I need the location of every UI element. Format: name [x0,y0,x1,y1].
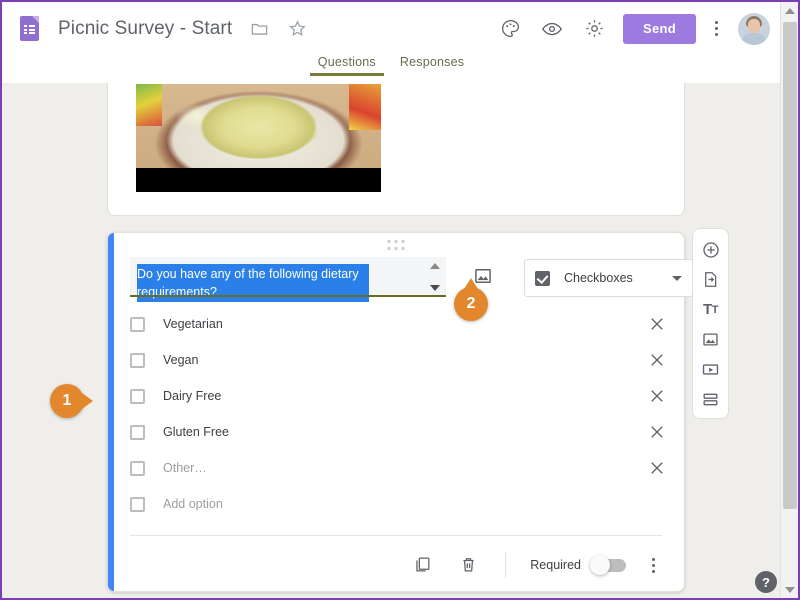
footer-divider [505,552,507,578]
avatar-body [741,32,767,45]
forms-document-icon [20,16,39,41]
remove-option-icon[interactable] [648,423,666,441]
add-item-toolbar: TT [692,228,729,419]
help-button[interactable]: ? [755,571,777,593]
add-section-icon[interactable] [700,389,721,410]
add-title-icon[interactable]: TT [700,299,721,320]
potato-salad-photo[interactable] [136,84,381,192]
option-row-other[interactable]: Other… [130,453,666,483]
remove-option-icon[interactable] [648,387,666,405]
option-label[interactable]: Vegan [163,353,648,367]
option-checkbox[interactable] [130,316,145,332]
photo-right-edge [349,84,381,130]
active-card-accent-bar [108,233,114,591]
remove-option-icon[interactable] [648,351,666,369]
photo-left-edge [136,84,162,126]
star-icon[interactable] [286,18,308,40]
option-checkbox[interactable] [130,424,145,440]
tab-questions[interactable]: Questions [306,55,388,76]
duplicate-icon[interactable] [413,555,433,575]
checkbox-icon [535,270,550,286]
tab-bar: Questions Responses [2,55,780,83]
option-row-vegetarian[interactable]: Vegetarian [130,309,666,339]
add-question-icon[interactable] [700,239,721,260]
question-scroll-spinner[interactable] [428,263,442,291]
option-row-gluten-free[interactable]: Gluten Free [130,417,666,447]
option-checkbox[interactable] [130,460,145,476]
avatar-face [748,18,760,33]
header-more-menu-icon[interactable] [706,16,726,42]
option-checkbox [130,496,145,512]
add-image-icon[interactable] [700,329,721,350]
page-title[interactable]: Picnic Survey - Start [58,18,232,40]
image-card[interactable] [107,83,685,216]
photo-letterbox [136,168,381,192]
app-header: Picnic Survey - Start Send [2,2,780,55]
question-more-menu-icon[interactable] [644,554,662,576]
question-footer-toolbar: Required [130,545,662,585]
add-video-icon[interactable] [700,359,721,380]
remove-option-icon[interactable] [648,315,666,333]
option-label[interactable]: Vegetarian [163,317,648,331]
scrollbar-thumb[interactable] [783,22,797,509]
option-label[interactable]: Dairy Free [163,389,648,403]
toggle-knob [590,554,610,575]
option-checkbox[interactable] [130,352,145,368]
card-divider [130,535,662,536]
import-questions-icon[interactable] [700,269,721,290]
scroll-down-arrow[interactable] [781,581,798,598]
vertical-scrollbar[interactable] [780,2,798,598]
app-window: Picnic Survey - Start Send Questions Res… [2,2,798,598]
form-editor-canvas: Do you have any of the following dietary… [2,83,780,598]
send-button[interactable]: Send [623,13,696,44]
drag-handle-icon[interactable] [387,240,405,250]
tab-responses[interactable]: Responses [388,55,476,76]
question-title-row: Do you have any of the following dietary… [130,257,693,302]
question-type-label: Checkboxes [564,271,633,285]
option-row-vegan[interactable]: Vegan [130,345,666,375]
callout-marker-2: 2 [454,278,488,321]
input-underline [130,295,446,297]
option-label[interactable]: Other… [163,461,648,475]
folder-icon[interactable] [248,18,270,40]
required-toggle[interactable] [590,554,626,575]
callout-marker-1: 1 [50,384,93,418]
question-type-select[interactable]: Checkboxes [524,259,693,297]
trash-icon[interactable] [459,555,479,575]
question-title-input[interactable]: Do you have any of the following dietary… [130,257,446,302]
required-label: Required [530,558,581,572]
spinner-up-arrow[interactable] [430,263,440,269]
spinner-down-arrow[interactable] [430,285,440,291]
option-checkbox[interactable] [130,388,145,404]
avatar[interactable] [738,12,770,45]
option-label[interactable]: Gluten Free [163,425,648,439]
question-card[interactable]: Do you have any of the following dietary… [107,232,693,592]
option-row-dairy-free[interactable]: Dairy Free [130,381,666,411]
remove-option-icon[interactable] [648,459,666,477]
eye-icon[interactable] [539,16,565,42]
palette-icon[interactable] [497,16,523,42]
scroll-up-arrow[interactable] [781,2,798,19]
add-option-row[interactable]: Add option [130,489,666,519]
add-option-label[interactable]: Add option [163,497,666,511]
chevron-down-icon[interactable] [672,275,682,281]
gear-icon[interactable] [581,16,607,42]
